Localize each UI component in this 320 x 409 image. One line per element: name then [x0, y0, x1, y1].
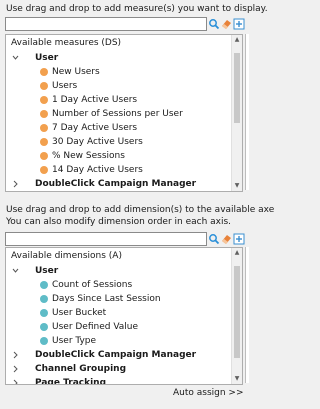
dimension-label: User Bucket: [52, 308, 107, 318]
measure-icon: [40, 110, 48, 118]
adjacent-panel-edge: [245, 247, 249, 383]
measure-label: % New Sessions: [52, 151, 125, 161]
measure-icon: [40, 166, 48, 174]
eraser-icon[interactable]: [220, 233, 232, 245]
measure-label: 30 Day Active Users: [52, 137, 143, 147]
eraser-icon[interactable]: [220, 18, 232, 30]
dimension-label: Count of Sessions: [52, 280, 133, 290]
scroll-up-icon[interactable]: ▲: [233, 36, 241, 44]
dimension-icon: [40, 337, 48, 345]
dimension-label: Days Since Last Session: [52, 294, 161, 304]
group-label: User: [35, 53, 59, 63]
dimensions-search-row: [5, 232, 245, 246]
dimension-icon: [40, 295, 48, 303]
measures-search-input[interactable]: [5, 17, 207, 31]
chevron-down-icon[interactable]: [11, 51, 20, 65]
group-label: Page Tracking: [35, 378, 107, 385]
chevron-down-icon[interactable]: [11, 264, 20, 278]
measures-instruction: Use drag and drop to add measure(s) you …: [6, 4, 268, 14]
measure-label: Users: [52, 81, 78, 91]
dimensions-instruction-2: You can also modify dimension order in e…: [6, 217, 232, 227]
group-label: Channel Grouping: [35, 364, 127, 374]
dimension-label: User Defined Value: [52, 322, 139, 332]
measures-panel: Available measures (DS) User New Users U…: [5, 34, 243, 192]
dimensions-instruction-1: Use drag and drop to add dimension(s) to…: [6, 205, 275, 215]
search-icon[interactable]: [208, 233, 220, 245]
search-icon[interactable]: [208, 18, 220, 30]
measures-search-row: [5, 17, 245, 31]
chevron-right-icon[interactable]: [11, 362, 20, 376]
add-icon[interactable]: [233, 18, 245, 30]
measure-icon: [40, 152, 48, 160]
measure-icon: [40, 96, 48, 104]
group-label: User: [35, 266, 59, 276]
measure-icon: [40, 68, 48, 76]
scroll-thumb[interactable]: [234, 53, 240, 123]
measures-panel-title: Available measures (DS): [11, 38, 122, 48]
measure-label: 1 Day Active Users: [52, 95, 138, 105]
chevron-right-icon[interactable]: [11, 348, 20, 362]
measure-label: Number of Sessions per User: [52, 109, 183, 119]
group-label: DoubleClick Campaign Manager: [35, 350, 197, 360]
chevron-right-icon[interactable]: [11, 177, 20, 191]
measure-label: 14 Day Active Users: [52, 165, 143, 175]
dimensions-panel-title: Available dimensions (A): [11, 251, 122, 261]
measure-icon: [40, 82, 48, 90]
measure-label: New Users: [52, 67, 100, 77]
chevron-right-icon[interactable]: [11, 376, 20, 385]
scroll-down-icon[interactable]: ▼: [233, 375, 241, 383]
group-label: DoubleClick Campaign Manager: [35, 179, 197, 189]
measures-scrollbar[interactable]: ▲ ▼: [231, 35, 242, 191]
dimension-icon: [40, 323, 48, 331]
dimension-label: User Type: [52, 336, 97, 346]
measure-icon: [40, 138, 48, 146]
auto-assign-link[interactable]: Auto assign >>: [173, 387, 244, 399]
scroll-down-icon[interactable]: ▼: [233, 182, 241, 190]
dimension-icon: [40, 309, 48, 317]
dimensions-panel: Available dimensions (A) User Count of S…: [5, 247, 243, 385]
dimensions-search-input[interactable]: [5, 232, 207, 246]
adjacent-panel-edge: [245, 34, 249, 190]
scroll-up-icon[interactable]: ▲: [233, 249, 241, 257]
measure-icon: [40, 124, 48, 132]
measure-label: 7 Day Active Users: [52, 123, 138, 133]
dimension-icon: [40, 281, 48, 289]
scroll-thumb[interactable]: [234, 266, 240, 358]
dimensions-scrollbar[interactable]: ▲ ▼: [231, 248, 242, 384]
add-icon[interactable]: [233, 233, 245, 245]
